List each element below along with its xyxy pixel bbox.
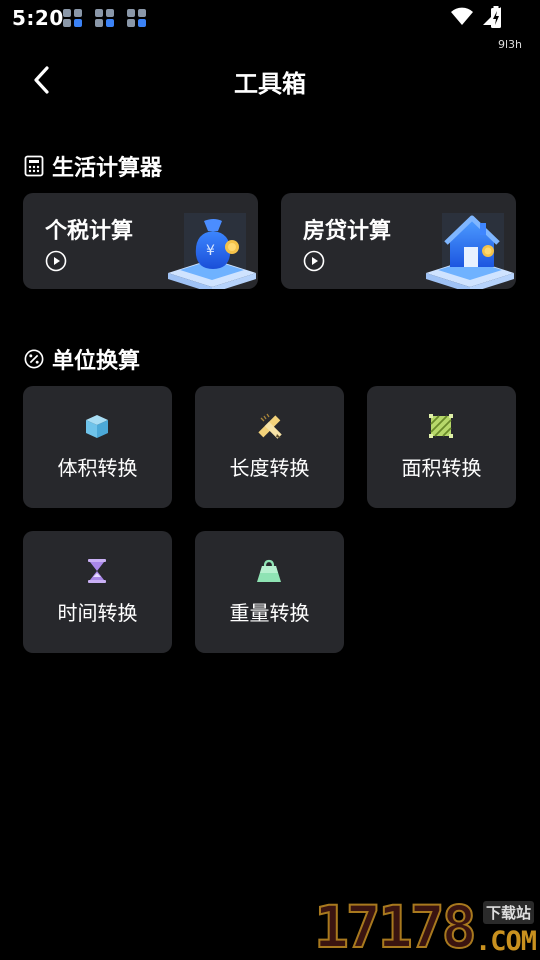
status-time: 5:20 xyxy=(12,6,64,30)
area-conversion-card[interactable]: 面积转换 xyxy=(367,386,516,508)
length-conversion-card[interactable]: 长度转换 xyxy=(195,386,344,508)
pencil-ruler-icon xyxy=(258,413,282,439)
app-notification-icon xyxy=(126,8,148,28)
hourglass-icon xyxy=(88,559,106,583)
money-bag-icon: ¥ xyxy=(168,213,256,289)
app-notification-icon xyxy=(94,8,116,28)
time-conversion-card[interactable]: 时间转换 xyxy=(23,531,172,653)
house-icon xyxy=(426,213,514,289)
watermark-tag: 下载站 xyxy=(482,901,534,924)
area-square-icon xyxy=(429,414,453,438)
section-title: 生活计算器 xyxy=(52,156,163,181)
play-circle-icon[interactable] xyxy=(303,250,325,272)
site-watermark: 17178 下载站 .COM xyxy=(313,893,537,960)
card-label: 长度转换 xyxy=(229,456,310,480)
weight-bag-icon xyxy=(257,559,281,582)
card-title: 房贷计算 xyxy=(303,219,392,244)
card-title: 个税计算 xyxy=(45,219,134,244)
watermark-domain: .COM xyxy=(474,926,537,957)
section-unit-conversion: 单位换算 xyxy=(24,343,140,375)
weight-conversion-card[interactable]: 重量转换 xyxy=(195,531,344,653)
cube-icon xyxy=(86,415,108,438)
status-app-icons xyxy=(62,8,148,28)
network-speed: 9l3h xyxy=(497,38,522,51)
play-circle-icon[interactable] xyxy=(45,250,67,272)
section-life-calculators: 生活计算器 xyxy=(24,150,162,182)
card-label: 面积转换 xyxy=(401,456,482,480)
card-label: 体积转换 xyxy=(57,456,138,480)
percent-circle-icon xyxy=(24,349,44,369)
income-tax-calculator-card[interactable]: 个税计算 ¥ xyxy=(23,193,258,289)
card-label: 重量转换 xyxy=(229,601,310,625)
mortgage-calculator-card[interactable]: 房贷计算 xyxy=(281,193,516,289)
wifi-icon xyxy=(451,7,473,25)
app-notification-icon xyxy=(62,8,84,28)
svg-text:¥: ¥ xyxy=(206,243,215,259)
volume-conversion-card[interactable]: 体积转换 xyxy=(23,386,172,508)
watermark-number: 17178 xyxy=(313,893,478,960)
battery-charging-icon xyxy=(491,6,501,28)
header: 工具箱 xyxy=(0,52,540,108)
calculator-icon xyxy=(24,155,44,177)
section-title: 单位换算 xyxy=(52,349,141,374)
card-label: 时间转换 xyxy=(57,601,138,625)
page-title: 工具箱 xyxy=(234,70,306,98)
status-bar: 5:20 9l3h xyxy=(0,0,540,51)
